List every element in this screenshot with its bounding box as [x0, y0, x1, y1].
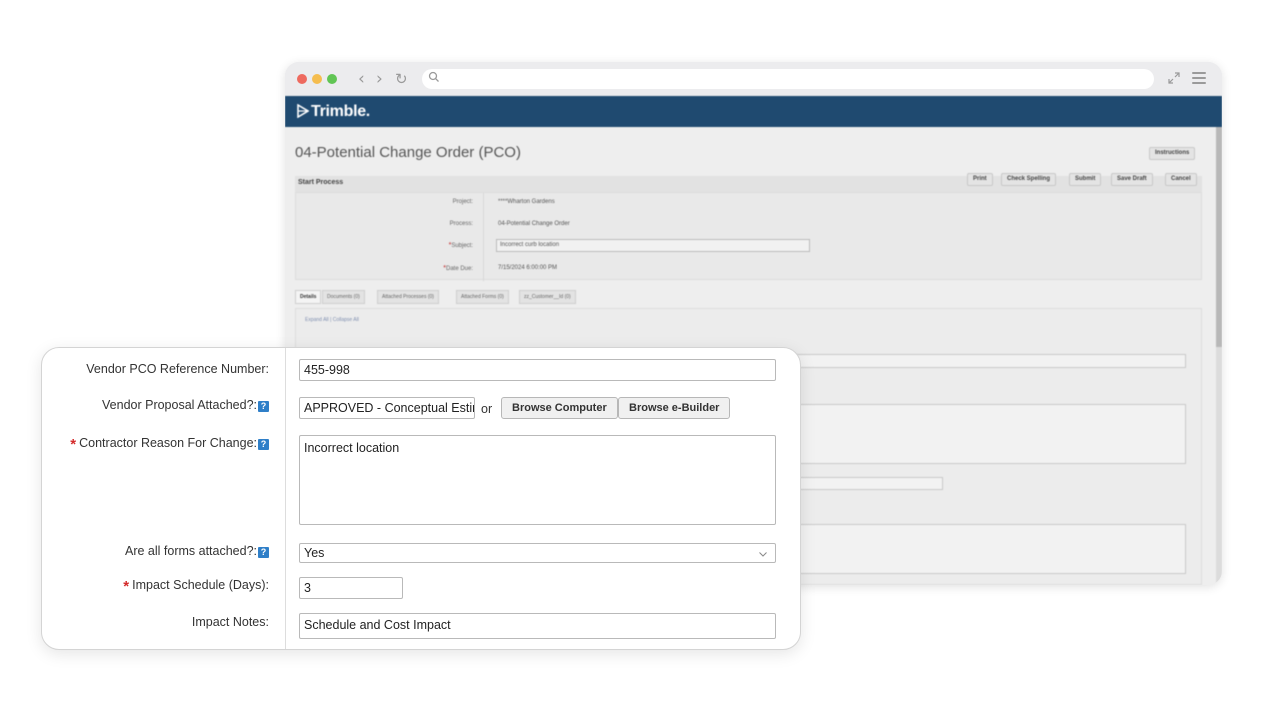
- process-label: Process:: [449, 221, 473, 227]
- brand-header: Trimble.: [285, 96, 1222, 127]
- help-icon[interactable]: ?: [258, 547, 269, 558]
- background-select[interactable]: [796, 477, 943, 490]
- impact-schedule-label: * Impact Schedule (Days):: [123, 578, 269, 595]
- check-spelling-button[interactable]: Check Spelling: [1001, 173, 1057, 186]
- vendor-pco-reference-label: Vendor PCO Reference Number:: [86, 362, 269, 376]
- impact-notes-label: Impact Notes:: [191, 615, 269, 629]
- hamburger-menu-icon[interactable]: [1192, 72, 1206, 84]
- background-textarea[interactable]: [796, 524, 1186, 574]
- process-header-form: Project: ****Wharton Gardens Process: 04…: [295, 192, 1202, 281]
- section-label: Start Process: [298, 179, 344, 186]
- cancel-button[interactable]: Cancel: [1165, 173, 1197, 186]
- browse-computer-button[interactable]: Browse Computer: [501, 397, 618, 419]
- logo-text: Trimble.: [311, 103, 370, 120]
- process-value: 04-Potential Change Order: [498, 221, 570, 227]
- tab-attached-forms[interactable]: Attached Forms (0): [456, 290, 509, 304]
- impact-notes-input[interactable]: Schedule and Cost Impact: [299, 613, 776, 639]
- contractor-reason-label: * Contractor Reason For Change:?: [70, 436, 269, 453]
- vendor-proposal-file-field[interactable]: APPROVED - Conceptual Estir: [299, 397, 475, 419]
- forward-arrow-icon[interactable]: ›: [376, 68, 383, 90]
- required-marker: *: [123, 578, 130, 595]
- project-label: Project:: [452, 199, 473, 205]
- expand-collapse-link[interactable]: Expand All | Collapse All: [305, 317, 359, 323]
- tab-customer-id[interactable]: zz_Customer__Id (0): [519, 290, 576, 304]
- back-arrow-icon[interactable]: ‹: [358, 68, 365, 90]
- help-icon[interactable]: ?: [258, 401, 269, 412]
- date-due-value: 7/15/2024 6:00:00 PM: [498, 265, 558, 271]
- browse-ebuilder-button[interactable]: Browse e-Builder: [618, 397, 731, 419]
- page-title: 04-Potential Change Order (PCO): [295, 144, 521, 161]
- browser-toolbar: ‹ › ↻: [285, 62, 1222, 96]
- minimize-window-dot[interactable]: [312, 74, 322, 84]
- save-draft-button[interactable]: Save Draft: [1111, 173, 1153, 186]
- tab-documents[interactable]: Documents (0): [322, 290, 365, 304]
- project-value: ****Wharton Gardens: [498, 199, 555, 205]
- or-text: or: [481, 402, 493, 416]
- required-marker: *: [70, 436, 77, 453]
- background-textarea[interactable]: [796, 404, 1186, 464]
- start-process-bar: Start Process: [295, 176, 1202, 192]
- print-button[interactable]: Print: [967, 173, 993, 186]
- instructions-button[interactable]: Instructions: [1149, 147, 1196, 160]
- help-icon[interactable]: ?: [258, 439, 269, 450]
- impact-schedule-input[interactable]: 3: [299, 577, 403, 599]
- forms-attached-label: Are all forms attached?:?: [125, 544, 269, 558]
- close-window-dot[interactable]: [297, 74, 307, 84]
- card-divider: [285, 348, 286, 649]
- chevron-down-icon: [759, 552, 767, 557]
- expand-icon[interactable]: [1166, 70, 1182, 86]
- maximize-window-dot[interactable]: [327, 74, 337, 84]
- trimble-logo-icon: [297, 104, 309, 118]
- tab-details[interactable]: Details: [295, 290, 322, 304]
- trimble-logo: Trimble.: [297, 103, 370, 121]
- forms-attached-select[interactable]: Yes: [299, 543, 776, 563]
- search-icon: [428, 71, 439, 82]
- subject-label: *Subject:: [448, 242, 473, 249]
- submit-button[interactable]: Submit: [1069, 173, 1102, 186]
- background-field[interactable]: [796, 354, 1186, 368]
- reload-icon[interactable]: ↻: [395, 68, 408, 90]
- form-divider: [483, 193, 484, 281]
- contractor-reason-textarea[interactable]: Incorrect location: [299, 435, 776, 525]
- page-scrollbar-thumb[interactable]: [1216, 127, 1222, 347]
- subject-input[interactable]: Incorrect curb location: [496, 239, 810, 252]
- date-due-label: *Date Due:: [443, 265, 473, 272]
- vendor-pco-reference-input[interactable]: 455-998: [299, 359, 776, 381]
- vendor-proposal-label: Vendor Proposal Attached?:?: [102, 398, 269, 412]
- tab-attached-processes[interactable]: Attached Processes (0): [377, 290, 439, 304]
- forms-attached-value: Yes: [304, 546, 325, 560]
- form-card: Vendor PCO Reference Number: 455-998 Ven…: [41, 347, 801, 650]
- address-bar[interactable]: [422, 69, 1154, 89]
